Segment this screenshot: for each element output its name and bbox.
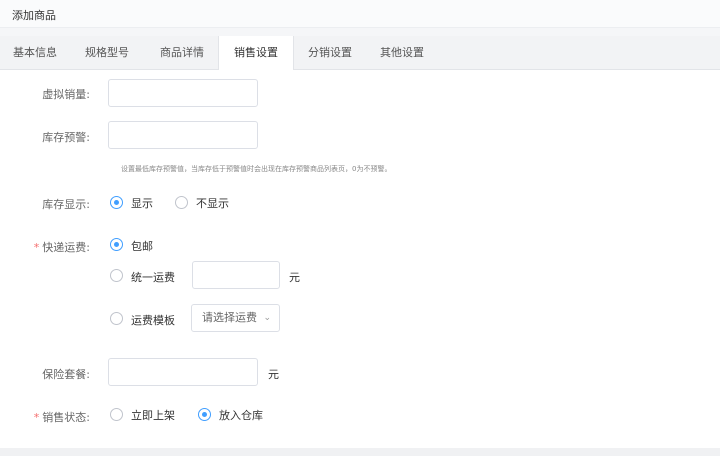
tab-other-settings[interactable]: 其他设置 xyxy=(366,36,438,70)
stock-display-show-text: 显示 xyxy=(131,197,153,210)
sales-settings-panel: 虚拟销量: 库存预警: 设置最低库存预警值，当库存低于预警值时会出现在库存预警商… xyxy=(0,70,720,448)
tab-distribution[interactable]: 分销设置 xyxy=(294,36,366,70)
stock-warning-hint: 设置最低库存预警值，当库存低于预警值时会出现在库存预警商品列表页，0为不预警。 xyxy=(121,165,392,173)
stock-display-hide-radio[interactable] xyxy=(175,196,188,209)
stock-display-label: 库存显示: xyxy=(42,198,90,211)
sales-status-onshelf-radio[interactable] xyxy=(110,408,123,421)
footer-strip xyxy=(0,448,720,456)
shipping-fee-label-text: 快递运费: xyxy=(42,241,90,254)
stock-display-hide-text: 不显示 xyxy=(196,197,229,210)
virtual-sales-label: 虚拟销量: xyxy=(42,88,90,101)
shipping-fee-label: * 快递运费: xyxy=(10,239,90,255)
page-title: 添加商品 xyxy=(12,9,56,22)
stock-warning-label: 库存预警: xyxy=(42,131,90,144)
shipping-uniform-radio[interactable] xyxy=(110,269,123,282)
shipping-free-text: 包邮 xyxy=(131,240,153,253)
shipping-free-radio[interactable] xyxy=(110,238,123,251)
sales-status-onshelf-text: 立即上架 xyxy=(131,409,175,422)
shipping-template-placeholder: 请选择运费 xyxy=(202,311,257,324)
shipping-template-text: 运费模板 xyxy=(131,314,175,327)
shipping-uniform-text: 统一运费 xyxy=(131,271,175,284)
tab-sales-settings[interactable]: 销售设置 xyxy=(218,36,294,71)
tabs-bar: 基本信息 规格型号 商品详情 销售设置 分销设置 其他设置 xyxy=(0,36,720,71)
stock-display-show-radio[interactable] xyxy=(110,196,123,209)
sales-status-label-text: 销售状态: xyxy=(42,411,90,424)
shipping-uniform-unit: 元 xyxy=(289,271,300,284)
tab-basic-info[interactable]: 基本信息 xyxy=(0,36,70,70)
insurance-input[interactable] xyxy=(108,358,258,386)
page-header: 添加商品 xyxy=(0,0,720,28)
chevron-down-icon: ⌄ xyxy=(263,313,271,323)
shipping-template-select[interactable]: 请选择运费 ⌄ xyxy=(191,304,280,332)
virtual-sales-input[interactable] xyxy=(108,79,258,107)
insurance-label: 保险套餐: xyxy=(42,368,90,381)
sales-status-warehouse-radio[interactable] xyxy=(198,408,211,421)
sales-status-warehouse-text: 放入仓库 xyxy=(219,409,263,422)
required-mark: * xyxy=(33,241,40,254)
sales-status-label: * 销售状态: xyxy=(10,409,90,425)
shipping-uniform-input[interactable] xyxy=(192,261,280,289)
shipping-template-radio[interactable] xyxy=(110,312,123,325)
insurance-unit: 元 xyxy=(268,368,279,381)
tab-specs[interactable]: 规格型号 xyxy=(72,36,142,70)
tab-details[interactable]: 商品详情 xyxy=(146,36,218,70)
required-mark: * xyxy=(33,411,40,424)
stock-warning-input[interactable] xyxy=(108,121,258,149)
